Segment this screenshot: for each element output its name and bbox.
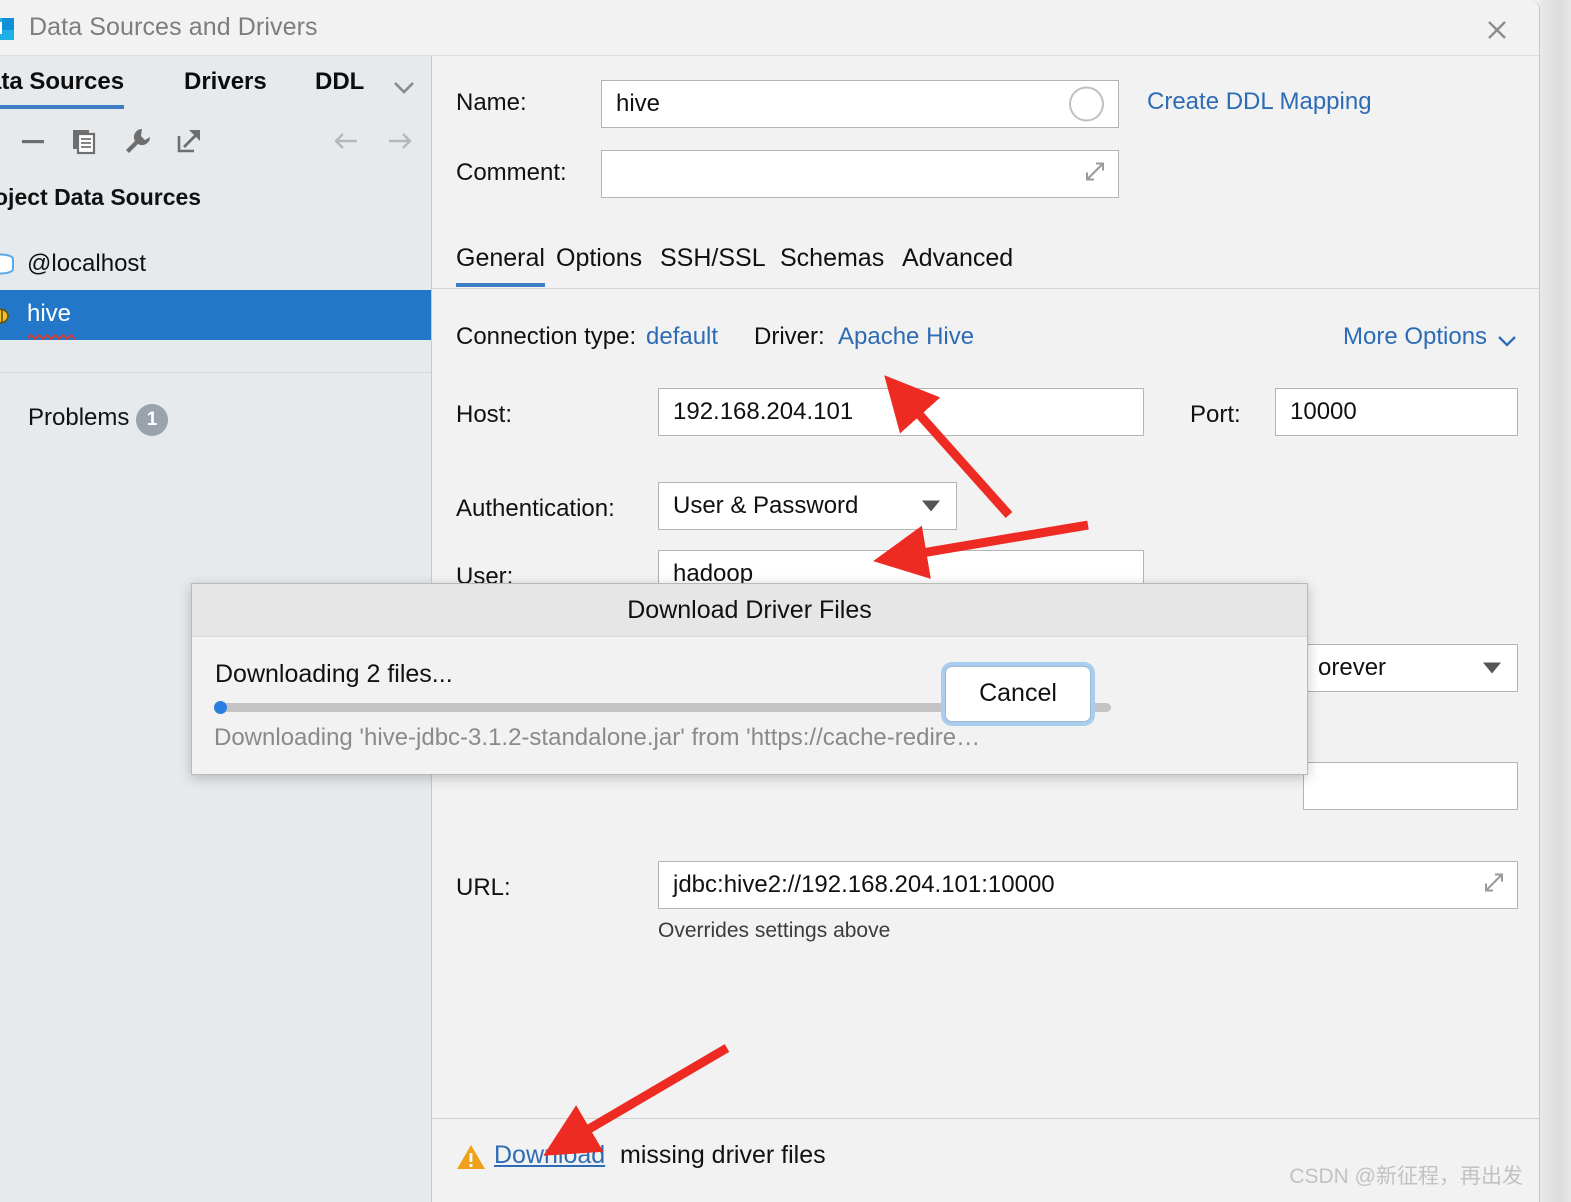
- driver-label: Driver:: [754, 323, 825, 350]
- url-value: jdbc:hive2://192.168.204.101:10000: [673, 871, 1055, 898]
- error-squiggle: [26, 328, 76, 341]
- tab-drivers[interactable]: Drivers: [184, 68, 267, 96]
- hive-bee-icon: [0, 300, 16, 330]
- download-driver-link[interactable]: Download: [494, 1141, 605, 1170]
- create-ddl-mapping-link[interactable]: Create DDL Mapping: [1147, 88, 1372, 116]
- sidebar-tabs: ata Sources Drivers DDL: [0, 56, 431, 112]
- arrow-right-icon[interactable]: [384, 126, 416, 161]
- problems-count-badge: 1: [136, 404, 168, 436]
- host-label: Host:: [456, 401, 513, 428]
- window-titlebar: Data Sources and Drivers: [0, 0, 1539, 56]
- dialog-titlebar: Download Driver Files: [192, 584, 1307, 637]
- connection-type-label: Connection type:: [456, 323, 637, 350]
- cancel-button-label: Cancel: [979, 679, 1057, 707]
- authentication-value: User & Password: [673, 492, 859, 519]
- name-input[interactable]: hive: [601, 80, 1119, 128]
- sidebar-item-label: hive: [27, 300, 72, 327]
- color-circle-icon[interactable]: [1069, 86, 1104, 122]
- missing-driver-text: missing driver files: [620, 1141, 826, 1169]
- port-label: Port:: [1190, 401, 1241, 428]
- arrow-left-icon[interactable]: [330, 126, 362, 161]
- tab-general[interactable]: General: [456, 244, 545, 287]
- url-input[interactable]: jdbc:hive2://192.168.204.101:10000: [658, 861, 1518, 909]
- host-value: 192.168.204.101: [673, 398, 854, 425]
- save-password-select[interactable]: orever: [1303, 644, 1518, 692]
- tab-ssh-ssl[interactable]: SSH/SSL: [660, 244, 766, 273]
- wrench-icon[interactable]: [122, 126, 152, 161]
- window-outer-edge: [1540, 0, 1571, 1202]
- connection-type-value[interactable]: default: [646, 323, 718, 351]
- comment-input[interactable]: [601, 150, 1119, 198]
- tab-ddl[interactable]: DDL: [315, 68, 364, 96]
- authentication-select[interactable]: User & Password: [658, 482, 957, 530]
- close-icon[interactable]: [1475, 10, 1519, 48]
- port-input[interactable]: 10000: [1275, 388, 1518, 436]
- tab-advanced[interactable]: Advanced: [902, 244, 1013, 273]
- more-options-label[interactable]: More Options: [1343, 323, 1487, 351]
- problems-label: Problems: [28, 404, 130, 431]
- tab-options[interactable]: Options: [556, 244, 642, 273]
- name-label: Name:: [456, 89, 527, 116]
- expand-icon[interactable]: [1082, 159, 1108, 190]
- sidebar-item-hive[interactable]: hive: [0, 290, 431, 341]
- download-driver-files-dialog: Download Driver Files Downloading 2 file…: [191, 583, 1308, 775]
- driver-value[interactable]: Apache Hive: [838, 323, 974, 351]
- name-value: hive: [616, 90, 661, 117]
- authentication-label: Authentication:: [456, 495, 615, 522]
- tab-data-sources[interactable]: ata Sources: [0, 68, 125, 109]
- watermark: CSDN @新征程，再出发: [1289, 1165, 1523, 1188]
- dialog-title: Download Driver Files: [627, 596, 872, 624]
- chevron-down-icon: [1483, 662, 1501, 674]
- chevron-down-icon[interactable]: [1495, 333, 1519, 354]
- comment-label: Comment:: [456, 159, 567, 186]
- cancel-button[interactable]: Cancel: [945, 666, 1091, 722]
- chevron-down-icon[interactable]: [389, 78, 419, 103]
- port-value: 10000: [1290, 398, 1357, 425]
- window-title: Data Sources and Drivers: [29, 13, 318, 41]
- database-icon: [0, 250, 16, 280]
- sidebar-item-localhost[interactable]: @localhost: [0, 240, 431, 290]
- minus-icon[interactable]: [18, 126, 48, 161]
- data-sources-window: Data Sources and Drivers ata Sources Dri…: [0, 0, 1540, 1202]
- sidebar-divider: [0, 372, 431, 373]
- dialog-detail-text: Downloading 'hive-jdbc-3.1.2-standalone.…: [214, 724, 981, 751]
- sidebar-group-header: oject Data Sources: [0, 184, 202, 210]
- sidebar-toolbar: [0, 112, 431, 170]
- password-input[interactable]: [1303, 762, 1518, 810]
- expand-icon[interactable]: [1481, 870, 1507, 901]
- chevron-down-icon: [922, 500, 940, 512]
- host-input[interactable]: 192.168.204.101: [658, 388, 1144, 436]
- export-icon[interactable]: [174, 126, 204, 161]
- dialog-status-text: Downloading 2 files...: [215, 660, 453, 688]
- warning-triangle-icon: [456, 1143, 486, 1176]
- datagrip-icon: [0, 16, 16, 42]
- sidebar-item-label: @localhost: [27, 250, 147, 277]
- screenshot-root: Data Sources and Drivers ata Sources Dri…: [0, 0, 1571, 1202]
- copy-icon[interactable]: [70, 126, 100, 161]
- url-label: URL:: [456, 874, 511, 901]
- save-password-value: orever: [1318, 654, 1387, 681]
- progress-indicator: [214, 701, 227, 714]
- url-hint: Overrides settings above: [658, 919, 891, 942]
- tab-schemas[interactable]: Schemas: [780, 244, 884, 273]
